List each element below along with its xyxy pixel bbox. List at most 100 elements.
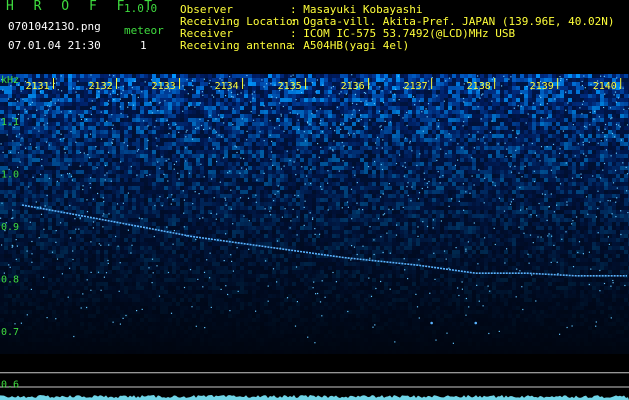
noise-cell: [116, 150, 120, 154]
noise-cell: [24, 94, 28, 98]
noise-cell: [460, 186, 464, 190]
noise-cell: [340, 134, 344, 138]
noise-cell: [404, 158, 408, 162]
noise-cell: [572, 142, 576, 146]
noise-cell: [240, 182, 244, 186]
noise-cell: [4, 90, 8, 94]
noise-cell: [348, 150, 352, 154]
noise-cell: [400, 170, 404, 174]
noise-cell: [168, 74, 172, 78]
noise-cell: [80, 162, 84, 166]
noise-cell: [36, 158, 40, 162]
noise-cell: [48, 198, 52, 202]
noise-cell: [336, 126, 340, 130]
noise-cell: [212, 158, 216, 162]
noise-cell: [604, 190, 608, 194]
noise-cell: [608, 174, 612, 178]
noise-cell: [560, 86, 564, 90]
noise-cell: [100, 114, 104, 118]
noise-cell: [40, 138, 44, 142]
noise-cell: [572, 130, 576, 134]
noise-cell: [248, 130, 252, 134]
noise-cell: [200, 110, 204, 114]
noise-cell: [336, 98, 340, 102]
noise-cell: [324, 162, 328, 166]
noise-cell: [584, 78, 588, 82]
noise-cell: [464, 142, 468, 146]
noise-cell: [496, 94, 500, 98]
noise-cell: [376, 94, 380, 98]
noise-cell: [12, 98, 16, 102]
noise-cell: [420, 114, 424, 118]
noise-cell: [480, 106, 484, 110]
noise-cell: [408, 126, 412, 130]
noise-cell: [580, 162, 584, 166]
noise-cell: [380, 174, 384, 178]
noise-cell: [268, 98, 272, 102]
noise-cell: [128, 106, 132, 110]
noise-cell: [444, 90, 448, 94]
noise-cell: [524, 154, 528, 158]
noise-cell: [132, 118, 136, 122]
noise-cell: [244, 198, 248, 202]
noise-cell: [540, 154, 544, 158]
noise-cell: [428, 74, 432, 78]
noise-cell: [276, 110, 280, 114]
noise-cell: [168, 138, 172, 142]
noise-cell: [152, 114, 156, 118]
noise-cell: [124, 198, 128, 202]
noise-cell: [200, 94, 204, 98]
noise-cell: [236, 98, 240, 102]
noise-cell: [44, 110, 48, 114]
noise-cell: [192, 110, 196, 114]
noise-cell: [620, 110, 624, 114]
noise-cell: [52, 134, 56, 138]
noise-cell: [280, 190, 284, 194]
noise-cell: [368, 122, 372, 126]
noise-cell: [536, 174, 540, 178]
noise-cell: [68, 190, 72, 194]
noise-cell: [164, 154, 168, 158]
noise-cell: [292, 102, 296, 106]
noise-cell: [40, 98, 44, 102]
noise-cell: [20, 134, 24, 138]
noise-cell: [380, 130, 384, 134]
noise-cell: [368, 74, 372, 78]
noise-cell: [148, 162, 152, 166]
noise-cell: [308, 78, 312, 82]
noise-cell: [224, 102, 228, 106]
noise-cell: [588, 154, 592, 158]
noise-cell: [496, 194, 500, 198]
noise-cell: [332, 154, 336, 158]
noise-cell: [536, 138, 540, 142]
noise-cell: [124, 102, 128, 106]
noise-cell: [208, 182, 212, 186]
noise-cell: [300, 74, 304, 78]
noise-cell: [568, 98, 572, 102]
noise-cell: [528, 170, 532, 174]
noise-cell: [324, 150, 328, 154]
noise-cell: [500, 138, 504, 142]
noise-cell: [492, 146, 496, 150]
noise-cell: [592, 98, 596, 102]
noise-cell: [32, 126, 36, 130]
noise-cell: [460, 78, 464, 82]
noise-cell: [100, 182, 104, 186]
noise-cell: [304, 154, 308, 158]
noise-cell: [304, 162, 308, 166]
noise-cell: [192, 158, 196, 162]
noise-cell: [140, 78, 144, 82]
noise-cell: [604, 118, 608, 122]
noise-cell: [372, 178, 376, 182]
noise-cell: [168, 114, 172, 118]
noise-cell: [392, 102, 396, 106]
noise-cell: [460, 90, 464, 94]
noise-cell: [472, 170, 476, 174]
noise-cell: [92, 158, 96, 162]
noise-cell: [144, 166, 148, 170]
noise-cell: [368, 154, 372, 158]
noise-cell: [184, 150, 188, 154]
noise-cell: [128, 98, 132, 102]
noise-cell: [368, 130, 372, 134]
noise-cell: [40, 118, 44, 122]
